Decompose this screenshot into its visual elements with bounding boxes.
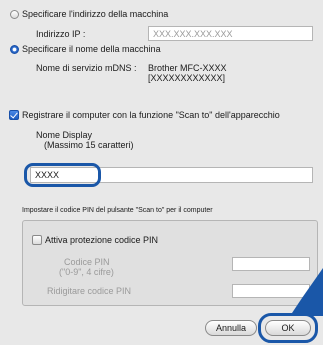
ok-button-highlight	[258, 313, 318, 343]
display-name-highlight	[24, 163, 101, 187]
register-computer-label: Registrare il computer con la funzione "…	[22, 110, 280, 120]
pin-protection-checkbox[interactable]	[32, 235, 42, 245]
mdns-service-value-1: Brother MFC-XXXX	[148, 63, 227, 73]
mdns-service-value-2: [XXXXXXXXXXXX]	[148, 73, 226, 83]
display-name-label: Nome Display	[36, 130, 93, 140]
pin-code-label: Codice PIN	[64, 257, 110, 267]
mdns-service-label: Nome di servizio mDNS :	[36, 63, 137, 73]
pointer-arrow-icon	[290, 268, 323, 316]
machine-name-option-label: Specificare il nome della macchina	[22, 44, 161, 54]
register-computer-checkbox[interactable]	[9, 110, 19, 120]
ip-address-radio[interactable]	[10, 10, 19, 19]
pin-confirm-label: Ridigitare codice PIN	[47, 286, 132, 296]
ip-address-input[interactable]: XXX.XXX.XXX.XXX	[148, 26, 313, 41]
pin-code-hint: ("0-9", 4 cifre)	[59, 267, 114, 277]
display-name-hint: (Massimo 15 caratteri)	[44, 140, 134, 150]
pin-section-title: Impostare il codice PIN del pulsante "Sc…	[22, 207, 213, 214]
cancel-button[interactable]: Annulla	[205, 320, 257, 336]
ip-address-label: Indirizzo IP :	[36, 29, 86, 39]
ip-address-option-label: Specificare l'indirizzo della macchina	[22, 9, 169, 19]
pin-protection-label: Attiva protezione codice PIN	[45, 235, 159, 245]
machine-name-radio[interactable]	[10, 45, 19, 54]
